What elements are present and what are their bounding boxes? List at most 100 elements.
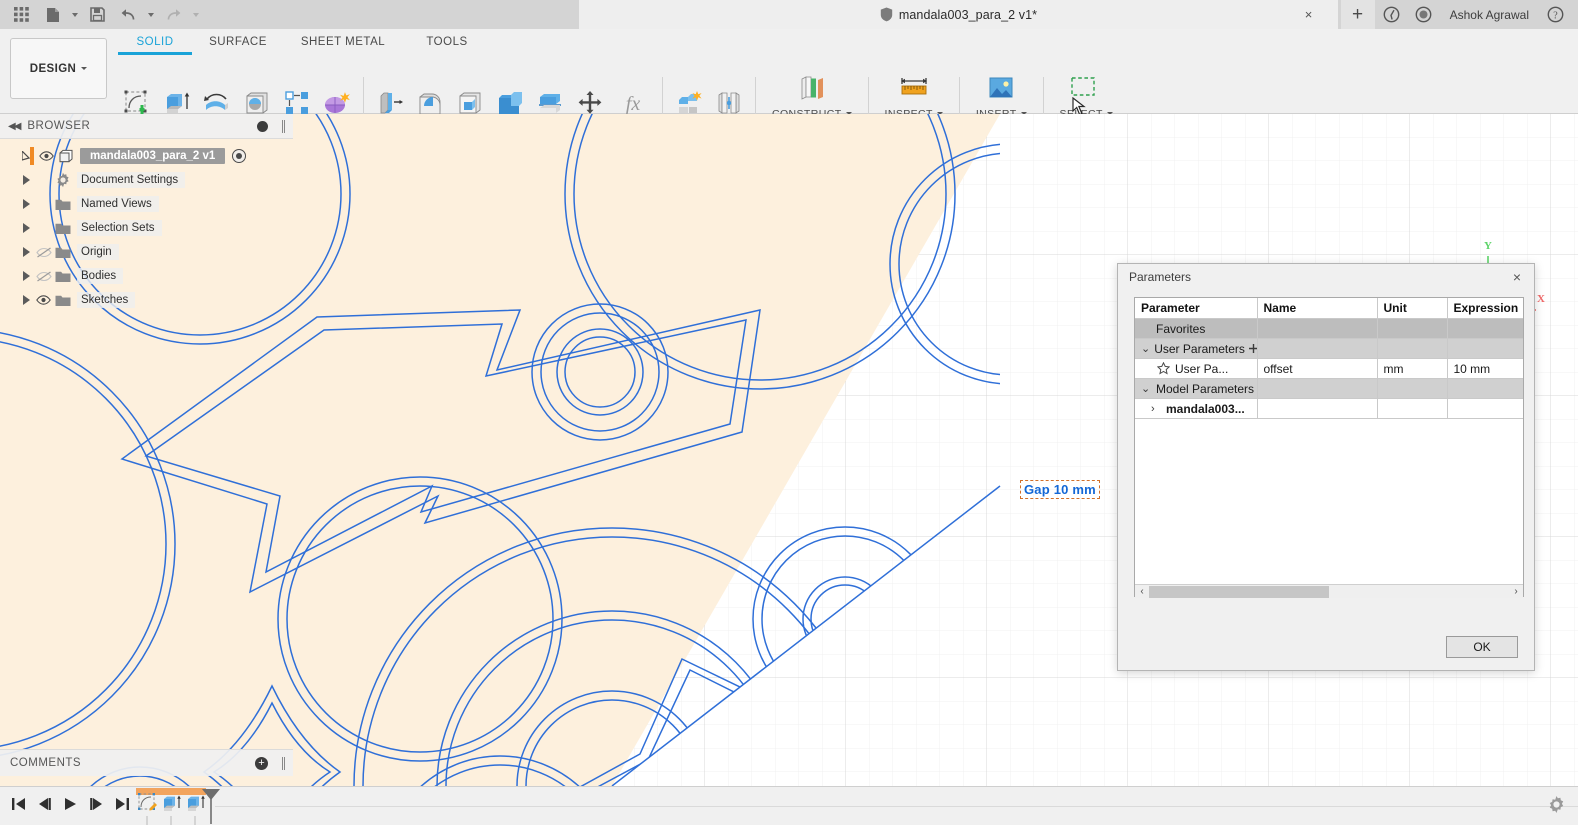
- table-row-favorites[interactable]: Favorites: [1135, 318, 1523, 339]
- chevron-down-icon[interactable]: ⌄: [1141, 342, 1150, 355]
- scrollbar-thumb[interactable]: [1149, 585, 1329, 598]
- cell-name[interactable]: [1257, 378, 1378, 399]
- close-icon[interactable]: ×: [1508, 268, 1526, 286]
- cell-parameter: ⌄ Model Parameters: [1135, 378, 1258, 399]
- redo-icon[interactable]: [159, 2, 188, 27]
- user-account-label[interactable]: Ashok Agrawal: [1441, 8, 1538, 22]
- apps-grid-icon[interactable]: [7, 2, 36, 27]
- undo-icon[interactable]: [114, 2, 143, 27]
- visibility-eye-off-icon[interactable]: [34, 244, 53, 260]
- cell-parameter: Favorites: [1135, 318, 1258, 339]
- ribbon-group-construct[interactable]: CONSTRUCT: [767, 69, 857, 120]
- cell-name[interactable]: [1257, 338, 1378, 359]
- parameters-table-container[interactable]: Parameter Name Unit Expression Favorites: [1134, 297, 1524, 597]
- column-header-parameter[interactable]: Parameter: [1135, 298, 1258, 319]
- cell-name[interactable]: [1257, 318, 1378, 339]
- cell-name[interactable]: [1257, 398, 1378, 419]
- folder-icon: [53, 244, 73, 260]
- browser-item-sketches[interactable]: Sketches: [0, 288, 293, 312]
- comments-resize-grip[interactable]: [282, 756, 285, 770]
- column-header-name[interactable]: Name: [1257, 298, 1378, 319]
- expand-arrow-icon[interactable]: [18, 268, 34, 284]
- jump-to-start-icon[interactable]: [6, 791, 30, 817]
- browser-item-origin[interactable]: Origin: [0, 240, 293, 264]
- expand-arrow-icon[interactable]: [18, 292, 34, 308]
- browser-resize-grip[interactable]: [282, 119, 285, 133]
- ok-button[interactable]: OK: [1446, 636, 1518, 658]
- new-tab-button[interactable]: +: [1340, 0, 1375, 29]
- cell-unit[interactable]: mm: [1377, 358, 1448, 379]
- ribbon-group-select[interactable]: SELECT: [1055, 69, 1118, 120]
- help-icon[interactable]: ?: [1540, 0, 1570, 29]
- browser-root-node[interactable]: mandala003_para_2 v1: [0, 144, 293, 168]
- timeline-feature-extrude-1[interactable]: [160, 790, 184, 816]
- ribbon-group-insert[interactable]: INSERT: [971, 69, 1032, 120]
- step-forward-icon[interactable]: [84, 791, 108, 817]
- browser-minimize-icon[interactable]: [257, 120, 268, 132]
- cell-expression[interactable]: 10 mm: [1447, 358, 1523, 379]
- timeline-feature-sketch[interactable]: [136, 790, 160, 816]
- browser-item-document-settings[interactable]: Document Settings: [0, 168, 293, 192]
- new-file-icon[interactable]: [38, 2, 67, 27]
- collapse-panel-icon[interactable]: ◀◀: [8, 121, 21, 132]
- scroll-right-icon[interactable]: ›: [1509, 585, 1523, 599]
- cell-expression[interactable]: [1447, 398, 1523, 419]
- cell-unit[interactable]: [1377, 398, 1448, 419]
- browser-item-named-views[interactable]: Named Views: [0, 192, 293, 216]
- history-icon[interactable]: [1409, 0, 1439, 29]
- chevron-right-icon[interactable]: ›: [1151, 403, 1162, 415]
- document-shield-icon: [880, 7, 893, 22]
- jump-to-end-icon[interactable]: [110, 791, 134, 817]
- add-comment-icon[interactable]: +: [255, 756, 268, 770]
- cell-name[interactable]: offset: [1257, 358, 1378, 379]
- row-label: mandala003...: [1166, 401, 1245, 416]
- play-icon[interactable]: [58, 791, 82, 817]
- cell-unit[interactable]: [1377, 338, 1448, 359]
- cell-unit[interactable]: [1377, 318, 1448, 339]
- expand-arrow-icon[interactable]: [18, 220, 34, 236]
- column-header-unit[interactable]: Unit: [1377, 298, 1448, 319]
- timeline-settings-gear-icon[interactable]: [1547, 795, 1566, 819]
- visibility-eye-off-icon[interactable]: [34, 268, 53, 284]
- horizontal-scrollbar[interactable]: ‹ ›: [1135, 584, 1523, 598]
- expand-arrow-icon[interactable]: [18, 196, 34, 212]
- cell-expression[interactable]: [1447, 378, 1523, 399]
- tab-tools[interactable]: TOOLS: [402, 32, 492, 55]
- visibility-eye-icon[interactable]: [34, 292, 53, 308]
- activate-component-radio[interactable]: [232, 149, 247, 163]
- table-row-parameter-offset[interactable]: User Pa... offset mm 10 mm: [1135, 358, 1523, 379]
- tab-sheet-metal[interactable]: SHEET METAL: [284, 32, 402, 55]
- refresh-icon[interactable]: [1377, 0, 1407, 29]
- expand-arrow-icon[interactable]: [18, 172, 34, 188]
- table-row-mandala-component[interactable]: › mandala003...: [1135, 398, 1523, 419]
- chevron-down-icon[interactable]: ⌄: [1141, 382, 1152, 395]
- tab-solid[interactable]: SOLID: [118, 32, 192, 55]
- workspace-switcher[interactable]: DESIGN: [10, 38, 107, 99]
- document-tab[interactable]: mandala003_para_2 v1*: [880, 7, 1037, 22]
- cell-expression[interactable]: [1447, 338, 1523, 359]
- close-tab-icon[interactable]: ×: [1301, 7, 1316, 22]
- tab-surface[interactable]: SURFACE: [192, 32, 284, 55]
- expand-arrow-icon[interactable]: [18, 244, 34, 260]
- favorite-star-icon[interactable]: [1156, 361, 1171, 376]
- browser-item-selection-sets[interactable]: Selection Sets: [0, 216, 293, 240]
- cell-unit[interactable]: [1377, 378, 1448, 399]
- scrollbar-track[interactable]: [1149, 585, 1509, 599]
- browser-item-bodies[interactable]: Bodies: [0, 264, 293, 288]
- scroll-left-icon[interactable]: ‹: [1135, 585, 1149, 599]
- dimension-gap-label[interactable]: Gap 10 mm: [1020, 480, 1100, 499]
- redo-caret-icon[interactable]: [190, 2, 202, 27]
- table-row-user-parameters[interactable]: ⌄ User Parameters: [1135, 338, 1523, 359]
- timeline-playback-controls: [6, 791, 134, 817]
- undo-caret-icon[interactable]: [145, 2, 157, 27]
- cell-expression[interactable]: [1447, 318, 1523, 339]
- step-back-icon[interactable]: [32, 791, 56, 817]
- visibility-eye-icon[interactable]: [37, 148, 56, 164]
- add-parameter-icon[interactable]: [1248, 342, 1256, 356]
- collapse-triangle-icon[interactable]: [22, 151, 30, 161]
- new-file-caret-icon[interactable]: [69, 2, 81, 27]
- table-row-model-parameters[interactable]: ⌄ Model Parameters: [1135, 378, 1523, 399]
- ribbon-group-inspect[interactable]: INSPECT: [880, 69, 948, 120]
- save-icon[interactable]: [83, 2, 112, 27]
- column-header-expression[interactable]: Expression: [1447, 298, 1523, 319]
